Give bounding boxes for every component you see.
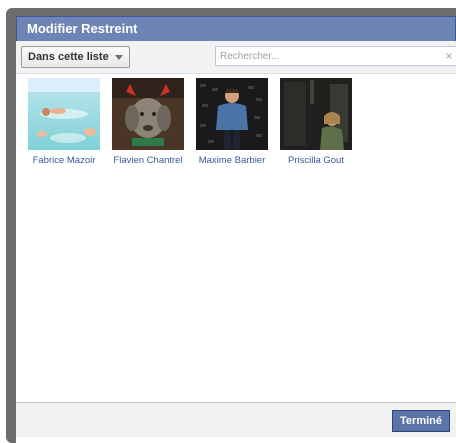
filter-dropdown[interactable]: Dans cette liste [21,46,130,68]
close-icon[interactable]: × [442,49,456,63]
chevron-down-icon [114,54,123,60]
profile-photo [28,78,100,150]
search-box: × [215,46,456,66]
dialog-footer: Terminé [16,402,456,437]
dialog-toolbar: Dans cette liste × [16,41,456,74]
edit-list-dialog: Modifier Restreint Dans cette liste × [16,16,456,443]
profile-photo [112,78,184,150]
search-input[interactable] [216,48,442,64]
profile-photo [196,78,268,150]
person-name[interactable]: Maxime Barbier [196,155,268,166]
dialog-title: Modifier Restreint [16,16,456,41]
filter-dropdown-label: Dans cette liste [28,51,109,63]
person-name[interactable]: Priscilla Gout [280,155,352,166]
person-card[interactable]: Priscilla Gout [280,78,352,166]
person-card[interactable]: Fabrice Mazoir [28,78,100,166]
person-card[interactable]: Maxime Barbier [196,78,268,166]
people-grid: Fabrice Mazoir Flavien Chantrel Maxime B… [28,78,352,166]
done-button[interactable]: Terminé [392,410,450,432]
person-name[interactable]: Fabrice Mazoir [28,155,100,166]
profile-photo [280,78,352,150]
person-name[interactable]: Flavien Chantrel [112,155,184,166]
person-card[interactable]: Flavien Chantrel [112,78,184,166]
